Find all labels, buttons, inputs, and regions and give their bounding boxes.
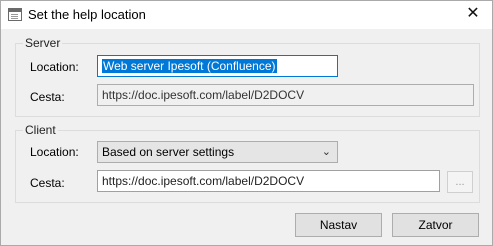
server-location-label: Location:: [30, 60, 79, 74]
client-group-label: Client: [23, 123, 58, 137]
server-location-field[interactable]: Web server Ipesoft (Confluence): [97, 55, 338, 77]
window-title: Set the help location: [28, 7, 146, 22]
server-cesta-label: Cesta:: [30, 90, 65, 104]
dialog-window: Set the help location ✕ Server Location:…: [0, 0, 493, 246]
window-icon: [8, 8, 22, 21]
client-location-selected: Based on server settings: [102, 145, 235, 159]
client-cesta-field[interactable]: https://doc.ipesoft.com/label/D2DOCV: [97, 170, 440, 192]
chevron-down-icon: ⌄: [321, 146, 331, 158]
title-bar: Set the help location ✕: [1, 1, 492, 29]
browse-button[interactable]: ...: [447, 171, 473, 193]
client-cesta-label: Cesta:: [30, 176, 65, 190]
server-cesta-field[interactable]: https://doc.ipesoft.com/label/D2DOCV: [97, 84, 474, 106]
nastav-button[interactable]: Nastav: [295, 213, 382, 237]
close-icon[interactable]: ✕: [457, 3, 489, 27]
client-location-dropdown[interactable]: Based on server settings ⌄: [97, 141, 338, 163]
client-location-label: Location:: [30, 145, 79, 159]
zatvor-button[interactable]: Zatvor: [392, 213, 479, 237]
server-location-value: Web server Ipesoft (Confluence): [102, 59, 277, 73]
server-group-label: Server: [23, 36, 63, 50]
